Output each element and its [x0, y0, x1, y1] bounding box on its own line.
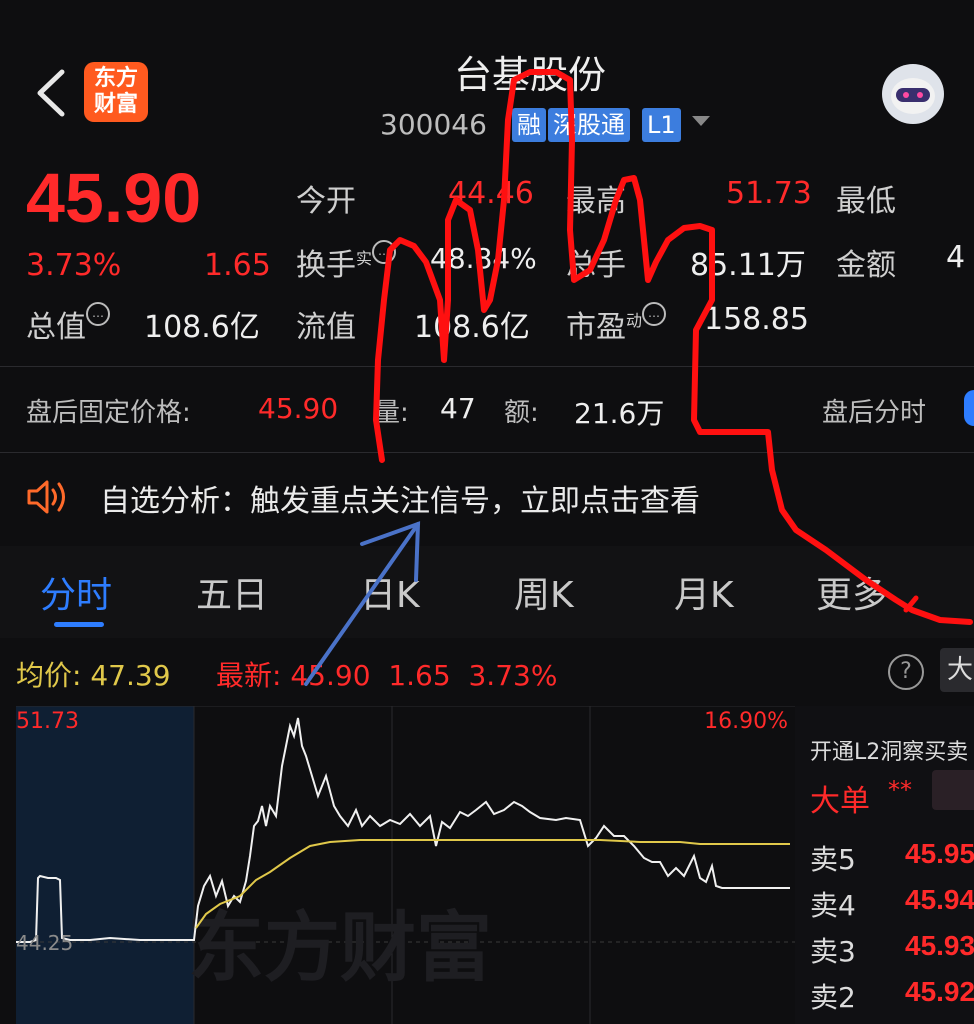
enlarge-button[interactable]: 大 [940, 648, 974, 692]
change-value: 1.65 [204, 248, 271, 283]
turnover-label-text: 换手 [296, 248, 356, 283]
after-hours-amt: 21.6万 [574, 397, 665, 430]
max-pct-label: 16.90% [704, 709, 788, 734]
freehand-red-scribble [373, 69, 973, 625]
amount-label: 金额 [836, 248, 896, 283]
ask-2-price: 45.92 [905, 976, 974, 1007]
info-icon[interactable]: … [86, 302, 110, 326]
big-order-box [932, 770, 974, 810]
after-hours-price: 45.90 [258, 392, 339, 425]
ask-5-price: 45.95 [905, 838, 974, 869]
latest-price: 最新: 45.90 1.65 3.73% [216, 654, 557, 694]
change-percent: 3.73% [26, 248, 122, 283]
high-value: 51.73 [726, 176, 812, 211]
open-value: 44.46 [448, 176, 534, 211]
pe-value: 158.85 [704, 302, 809, 337]
pe-label-text: 市盈 [566, 310, 626, 345]
tab-daily-k[interactable]: 日K [360, 566, 420, 618]
tab-more[interactable]: 更多 [816, 566, 888, 618]
tab-timeshare[interactable]: 分时 [40, 566, 112, 618]
tab-weekly-k[interactable]: 周K [514, 566, 574, 618]
avg-value: 47.39 [90, 659, 171, 692]
tag-level: L1 [642, 108, 681, 142]
ask-4-price: 45.94 [905, 884, 974, 915]
help-icon[interactable]: ? [888, 654, 924, 690]
latest-value: 45.90 [290, 659, 371, 692]
ask-3-label: 卖3 [810, 935, 856, 968]
float-label: 流值 [296, 310, 356, 345]
latest-change: 1.65 [388, 659, 451, 692]
tab-monthly-k[interactable]: 月K [674, 566, 734, 618]
mktcap-label-text: 总值 [26, 310, 86, 345]
current-price: 45.90 [26, 159, 202, 237]
float-value: 108.6亿 [414, 310, 530, 345]
open-label: 今开 [296, 184, 356, 219]
after-hours-amt-label: 额: [504, 398, 539, 428]
analysis-notice[interactable]: 自选分析：触发重点关注信号，立即点击查看 [100, 476, 700, 520]
latest-label: 最新: [216, 659, 282, 692]
tab-indicator [54, 622, 104, 627]
pe-sup: 动 [626, 311, 643, 330]
app-logo[interactable]: 东方财富 [84, 62, 148, 122]
robot-avatar-icon[interactable] [882, 64, 944, 124]
divider [0, 452, 974, 453]
volume-label: 总手 [566, 248, 626, 283]
low-label: 最低 [836, 184, 896, 219]
chevron-down-icon[interactable] [692, 116, 710, 126]
watermark: 东方财富 [188, 903, 492, 992]
ask-4-label: 卖4 [810, 889, 856, 922]
back-icon[interactable] [32, 66, 72, 120]
turnover-sup: 实 [356, 249, 373, 268]
avg-label: 均价: [16, 659, 82, 692]
latest-change-pct: 3.73% [468, 659, 558, 692]
after-hours-vol: 47 [440, 392, 476, 425]
turnover-value: 48.84% [430, 242, 537, 275]
avg-price: 均价: 47.39 [16, 654, 171, 694]
divider [0, 366, 974, 367]
tag-connect: 深股通 [548, 108, 630, 142]
info-icon[interactable]: … [372, 240, 397, 264]
ask-2-label: 卖2 [810, 981, 856, 1014]
max-price-label: 51.73 [16, 709, 79, 734]
big-order-value: ** [888, 776, 912, 804]
turnover-label: 换手实… [296, 240, 397, 284]
after-hours-vol-label: 量: [374, 398, 409, 428]
mktcap-value: 108.6亿 [144, 310, 260, 345]
speaker-icon [27, 480, 65, 514]
base-price-label: 44.25 [16, 931, 73, 955]
stock-code: 300046 [380, 108, 487, 141]
ask-5-label: 卖5 [810, 843, 856, 876]
big-order-label: 大单 [810, 784, 870, 819]
pe-label: 市盈动… [566, 302, 667, 346]
pre-market-shade [16, 706, 194, 1024]
toggle-switch[interactable] [964, 390, 974, 426]
tag-margin: 融 [512, 108, 546, 142]
ask-3-price: 45.93 [905, 930, 974, 961]
l2-upsell[interactable]: 开通L2洞察买卖 [810, 734, 968, 766]
amount-value: 4 [946, 240, 966, 275]
volume-value: 85.11万 [690, 248, 806, 283]
high-label: 最高 [566, 184, 626, 219]
stock-title: 台基股份 [453, 53, 606, 97]
intraday-chart[interactable]: 东方财富 51.73 16.90% 44.25 [0, 706, 795, 1024]
after-hours-timeshare[interactable]: 盘后分时 [822, 392, 926, 429]
after-hours-label: 盘后固定价格: [26, 398, 191, 428]
info-icon[interactable]: … [642, 302, 667, 326]
tab-five-day[interactable]: 五日 [196, 566, 268, 618]
mktcap-label: 总值… [26, 302, 110, 346]
